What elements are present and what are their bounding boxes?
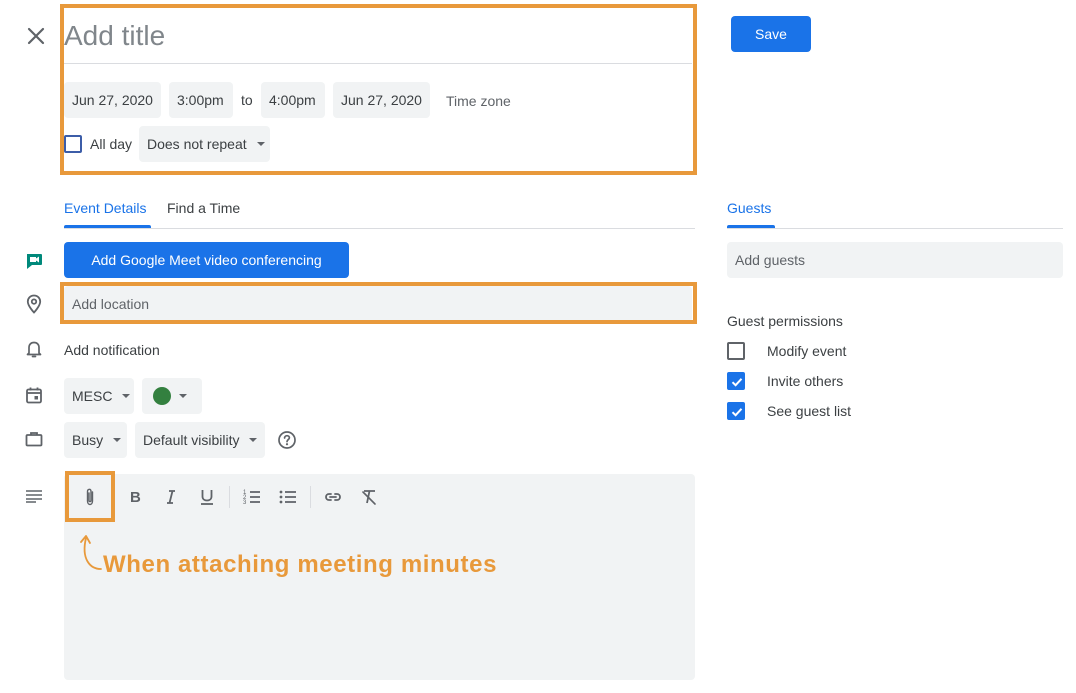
underline-icon[interactable] xyxy=(196,486,218,508)
availability-value: Busy xyxy=(72,432,104,448)
briefcase-icon xyxy=(25,431,43,447)
chevron-down-icon xyxy=(249,438,258,442)
chevron-down-icon xyxy=(113,438,122,442)
modify-event-checkbox[interactable] xyxy=(727,342,745,360)
highlight-box-title-datetime xyxy=(60,4,697,175)
bold-icon[interactable]: B xyxy=(124,486,146,508)
calendar-icon xyxy=(25,386,43,404)
svg-text:B: B xyxy=(130,489,141,506)
clear-formatting-icon[interactable] xyxy=(358,486,380,508)
save-button[interactable]: Save xyxy=(731,16,811,52)
visibility-dropdown[interactable]: Default visibility xyxy=(135,422,265,458)
close-icon[interactable] xyxy=(26,26,46,46)
location-pin-icon xyxy=(26,294,42,314)
annotation-text: When attaching meeting minutes xyxy=(103,551,498,578)
numbered-list-icon[interactable]: 1 2 3 xyxy=(241,486,263,508)
toolbar-divider xyxy=(310,486,311,508)
italic-icon[interactable] xyxy=(160,486,182,508)
description-icon xyxy=(25,489,43,503)
see-guest-list-label: See guest list xyxy=(767,403,852,419)
chevron-down-icon xyxy=(122,394,131,398)
guest-permissions-title: Guest permissions xyxy=(727,313,843,329)
add-meet-button[interactable]: Add Google Meet video conferencing xyxy=(64,242,349,278)
guests-divider xyxy=(727,228,1063,229)
calendar-value: MESC xyxy=(72,388,113,404)
bulleted-list-icon[interactable] xyxy=(277,486,299,508)
add-notification-link[interactable]: Add notification xyxy=(64,342,160,358)
highlight-box-attachment xyxy=(65,471,115,522)
link-icon[interactable] xyxy=(322,486,344,508)
add-guests-input[interactable]: Add guests xyxy=(727,242,1063,278)
visibility-value: Default visibility xyxy=(143,432,240,448)
svg-text:3: 3 xyxy=(243,500,247,506)
toolbar-divider xyxy=(229,486,230,508)
event-color-dropdown[interactable] xyxy=(142,378,202,414)
calendar-dropdown[interactable]: MESC xyxy=(64,378,134,414)
invite-others-label: Invite others xyxy=(767,373,844,389)
see-guest-list-checkbox[interactable] xyxy=(727,402,745,420)
tab-event-details[interactable]: Event Details xyxy=(64,200,146,216)
help-circle-icon[interactable] xyxy=(277,430,297,450)
highlight-box-location xyxy=(60,282,697,324)
availability-dropdown[interactable]: Busy xyxy=(64,422,127,458)
annotation-arrow-icon xyxy=(76,532,106,576)
bell-icon xyxy=(26,339,42,359)
tab-guests[interactable]: Guests xyxy=(727,200,771,216)
event-color-swatch xyxy=(153,387,171,405)
tab-find-a-time[interactable]: Find a Time xyxy=(167,200,240,216)
tabs-divider xyxy=(64,228,695,229)
google-meet-icon xyxy=(24,250,44,270)
invite-others-checkbox[interactable] xyxy=(727,372,745,390)
chevron-down-icon xyxy=(179,394,187,398)
modify-event-label: Modify event xyxy=(767,343,847,359)
